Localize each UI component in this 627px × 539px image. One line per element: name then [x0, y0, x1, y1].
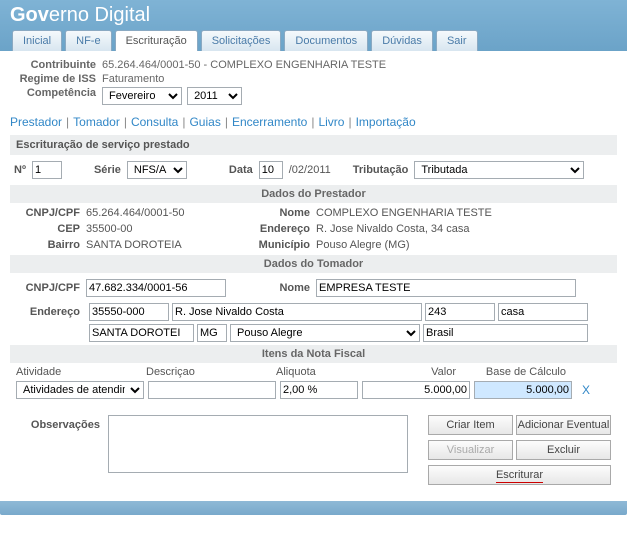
tom-compl-input[interactable]	[498, 303, 588, 321]
app-brand: Governo Digital	[10, 4, 617, 30]
itens-header: Atividade Descriçao Aliquota Valor Base …	[10, 363, 617, 381]
tom-endereco-label: Endereço	[16, 306, 86, 318]
tom-nome-input[interactable]	[316, 279, 576, 297]
item-valor-input[interactable]	[362, 381, 470, 399]
competencia-label: Competência	[10, 87, 102, 105]
subnav-guias[interactable]: Guias	[189, 115, 220, 129]
excluir-button[interactable]: Excluir	[516, 440, 611, 460]
data-rest: /02/2011	[289, 164, 331, 176]
serie-label: Série	[94, 164, 121, 176]
contribuinte-label: Contribuinte	[10, 59, 102, 71]
tom-pais-input[interactable]	[423, 324, 588, 342]
subnav-tomador[interactable]: Tomador	[73, 115, 120, 129]
sub-nav: Prestador| Tomador| Consulta| Guias| Enc…	[10, 107, 617, 135]
tab-solicitacoes[interactable]: Solicitações	[201, 30, 282, 51]
item-aliquota-input[interactable]	[280, 381, 358, 399]
prest-cnpj-label: CNPJ/CPF	[16, 207, 86, 219]
item-base-input[interactable]	[474, 381, 572, 399]
prest-nome: COMPLEXO ENGENHARIA TESTE	[316, 207, 611, 219]
prest-bairro-label: Bairro	[16, 239, 86, 251]
tom-cidade-select[interactable]: Pouso Alegre	[230, 324, 420, 342]
head-base: Base de Cálculo	[466, 366, 566, 378]
adicionar-eventual-button[interactable]: Adicionar Eventual	[516, 415, 611, 435]
prestador-title: Dados do Prestador	[10, 185, 617, 203]
subnav-prestador[interactable]: Prestador	[10, 115, 62, 129]
prest-endereco-label: Endereço	[246, 223, 316, 235]
tab-sair[interactable]: Sair	[436, 30, 478, 51]
head-valor: Valor	[356, 366, 466, 378]
subnav-importacao[interactable]: Importação	[356, 115, 416, 129]
numero-input[interactable]	[32, 161, 62, 179]
itens-title: Itens da Nota Fiscal	[10, 345, 617, 363]
prest-bairro: SANTA DOROTEIA	[86, 239, 246, 251]
data-label: Data	[229, 164, 253, 176]
prest-endereco: R. Jose Nivaldo Costa, 34 casa	[316, 223, 611, 235]
prest-cep-label: CEP	[16, 223, 86, 235]
tom-cnpj-label: CNPJ/CPF	[16, 282, 86, 294]
head-descricao: Descriçao	[146, 366, 276, 378]
criar-item-button[interactable]: Criar Item	[428, 415, 513, 435]
regime-label: Regime de ISS	[10, 73, 102, 85]
tributacao-select[interactable]: Tributada	[414, 161, 584, 179]
obs-label: Observações	[16, 415, 100, 485]
tom-bairro-input[interactable]	[89, 324, 194, 342]
competencia-ano-select[interactable]: 2011	[187, 87, 242, 105]
numero-label: Nº	[14, 164, 26, 176]
tom-nome-label: Nome	[261, 282, 316, 294]
visualizar-button[interactable]: Visualizar	[428, 440, 513, 460]
tom-uf-input[interactable]	[197, 324, 227, 342]
tab-duvidas[interactable]: Dúvidas	[371, 30, 433, 51]
item-delete-icon[interactable]: X	[576, 383, 596, 397]
subnav-livro[interactable]: Livro	[318, 115, 344, 129]
tom-cnpj-input[interactable]	[86, 279, 226, 297]
section-heading: Escrituração de serviço prestado	[10, 135, 617, 155]
prest-cep: 35500-00	[86, 223, 246, 235]
head-atividade: Atividade	[16, 366, 146, 378]
tomador-title: Dados do Tomador	[10, 255, 617, 273]
competencia-mes-select[interactable]: Fevereiro	[102, 87, 182, 105]
tom-cep-input[interactable]	[89, 303, 169, 321]
serie-select[interactable]: NFS/A	[127, 161, 187, 179]
prest-cnpj: 65.264.464/0001-50	[86, 207, 246, 219]
tom-num-input[interactable]	[425, 303, 495, 321]
escriturar-button[interactable]: Escriturar	[428, 465, 611, 485]
regime-value: Faturamento	[102, 73, 164, 85]
head-aliquota: Aliquota	[276, 366, 356, 378]
prest-municipio: Pouso Alegre (MG)	[316, 239, 611, 251]
contribuinte-value: 65.264.464/0001-50 - COMPLEXO ENGENHARIA…	[102, 59, 386, 71]
tributacao-label: Tributação	[353, 164, 409, 176]
tab-nfe[interactable]: NF-e	[65, 30, 111, 51]
subnav-consulta[interactable]: Consulta	[131, 115, 178, 129]
tab-documentos[interactable]: Documentos	[284, 30, 368, 51]
item-atividade-select[interactable]: Atividades de atendimento	[16, 381, 144, 399]
footer-bar	[0, 501, 627, 515]
item-descricao-input[interactable]	[148, 381, 276, 399]
main-tabs: Inicial NF-e Escrituração Solicitações D…	[10, 30, 617, 51]
tab-inicial[interactable]: Inicial	[12, 30, 62, 51]
prest-nome-label: Nome	[246, 207, 316, 219]
tom-rua-input[interactable]	[172, 303, 422, 321]
prest-municipio-label: Município	[246, 239, 316, 251]
obs-textarea[interactable]	[108, 415, 408, 473]
data-dia-input[interactable]	[259, 161, 283, 179]
tab-escrituracao[interactable]: Escrituração	[115, 30, 198, 51]
item-row: Atividades de atendimento X	[10, 381, 617, 405]
subnav-encerramento[interactable]: Encerramento	[232, 115, 307, 129]
